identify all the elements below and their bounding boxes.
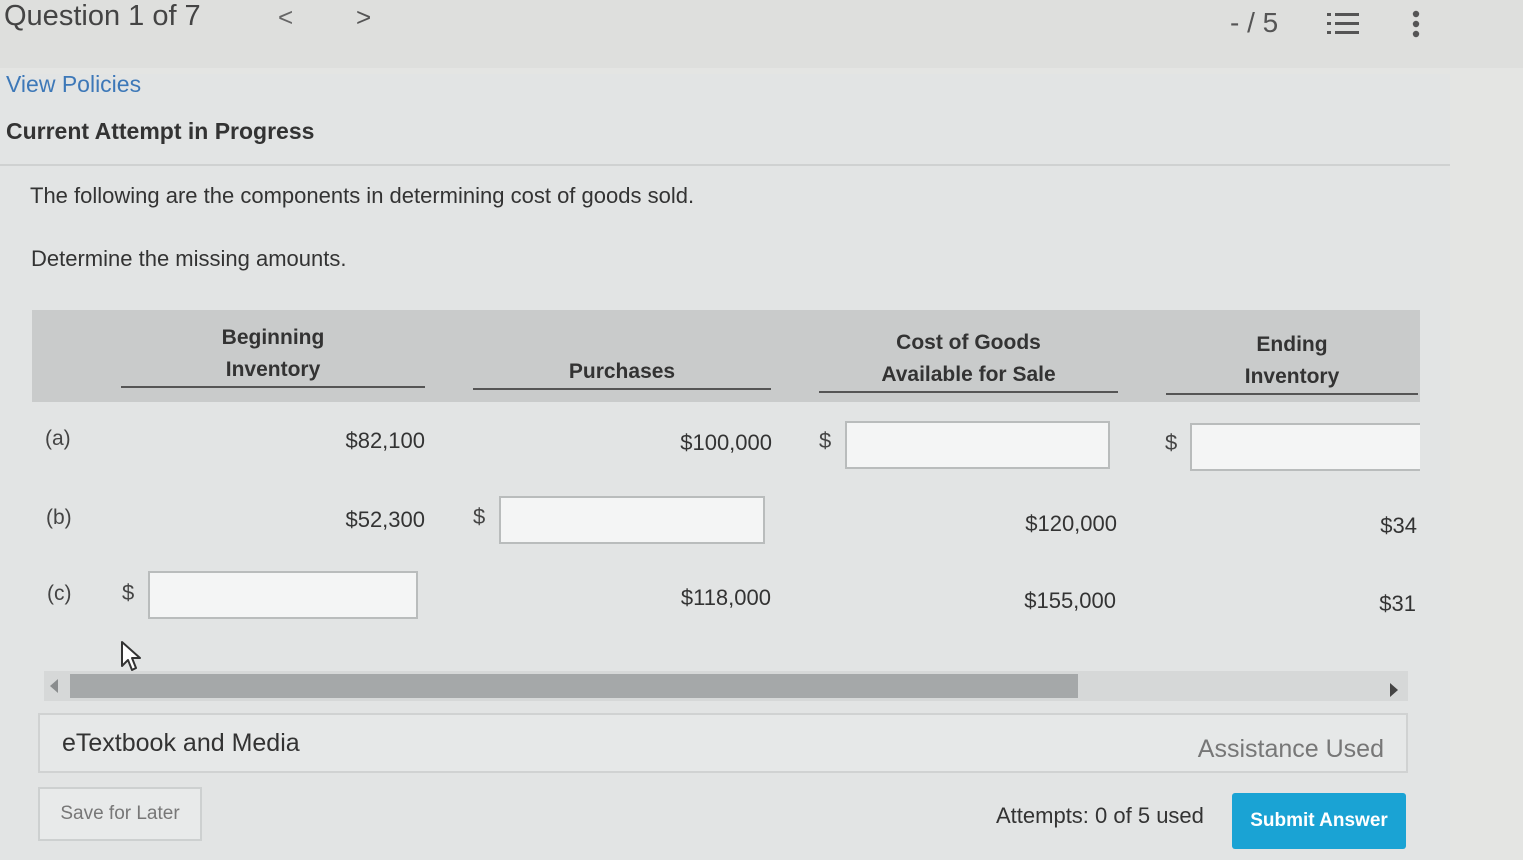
header-line: Available for Sale <box>881 363 1056 386</box>
scrollbar-thumb[interactable] <box>70 674 1078 698</box>
ending-inventory-value: $34 <box>1380 513 1417 538</box>
header-line: Ending <box>1256 333 1328 356</box>
scroll-right-icon[interactable] <box>1390 683 1398 697</box>
question-instruction: Determine the missing amounts. <box>31 246 347 271</box>
header-line: Beginning <box>221 326 325 349</box>
mouse-cursor-icon <box>121 641 141 671</box>
assistance-used-label: Assistance Used <box>1197 735 1384 763</box>
currency-symbol: $ <box>1165 430 1178 455</box>
chevron-right-icon[interactable]: > <box>356 2 371 33</box>
currency-symbol: $ <box>819 428 832 453</box>
beginning-inventory-value: $52,300 <box>345 507 425 532</box>
more-vertical-icon[interactable] <box>1408 9 1424 39</box>
ending-inventory-input-a[interactable] <box>1190 423 1420 471</box>
chevron-left-icon[interactable]: < <box>278 2 293 33</box>
scroll-left-icon[interactable] <box>50 679 58 693</box>
header-line: Purchases <box>568 360 676 383</box>
horizontal-scrollbar[interactable] <box>44 671 1408 701</box>
beginning-inventory-value: $82,100 <box>345 428 425 453</box>
currency-symbol: $ <box>122 580 135 605</box>
purchases-value: $100,000 <box>680 430 772 455</box>
header-beginning-inventory: Beginning Inventory <box>121 322 425 388</box>
ending-inventory-value: $31 <box>1379 591 1416 616</box>
purchases-input-b[interactable] <box>499 496 765 544</box>
cogas-value: $120,000 <box>1025 511 1117 536</box>
list-icon[interactable] <box>1327 10 1359 38</box>
question-counter: Question 1 of 7 <box>4 0 201 32</box>
etextbook-bar: eTextbook and Media Assistance Used <box>38 713 1408 773</box>
row-label: (a) <box>45 427 71 450</box>
question-intro: The following are the components in dete… <box>30 183 695 208</box>
view-policies-link[interactable]: View Policies <box>6 71 141 98</box>
currency-symbol: $ <box>473 504 486 529</box>
save-for-later-button[interactable]: Save for Later <box>38 787 202 841</box>
header-purchases: Purchases <box>473 356 771 390</box>
attempt-heading: Current Attempt in Progress <box>6 118 315 144</box>
header-line: Inventory <box>225 358 321 381</box>
table-header: Beginning Inventory Purchases Cost of Go… <box>32 310 1420 402</box>
submit-answer-button[interactable]: Submit Answer <box>1232 793 1406 849</box>
header-ending-inventory: Ending Inventory <box>1166 329 1418 395</box>
etextbook-media-link[interactable]: eTextbook and Media <box>62 729 300 758</box>
attempts-counter: Attempts: 0 of 5 used <box>996 803 1204 828</box>
row-label: (b) <box>46 506 72 529</box>
purchases-value: $118,000 <box>680 585 771 610</box>
divider <box>0 164 1450 166</box>
top-bar: Question 1 of 7 < > - / 5 <box>0 0 1523 68</box>
header-line: Cost of Goods <box>896 331 1041 354</box>
row-label: (c) <box>47 582 72 605</box>
beginning-inventory-input-c[interactable] <box>148 571 418 619</box>
score-display: - / 5 <box>1230 7 1279 38</box>
header-line: Inventory <box>1244 365 1340 388</box>
cogas-value: $155,000 <box>1024 588 1116 613</box>
header-cogas: Cost of Goods Available for Sale <box>819 327 1118 393</box>
cogas-input-a[interactable] <box>845 421 1110 469</box>
